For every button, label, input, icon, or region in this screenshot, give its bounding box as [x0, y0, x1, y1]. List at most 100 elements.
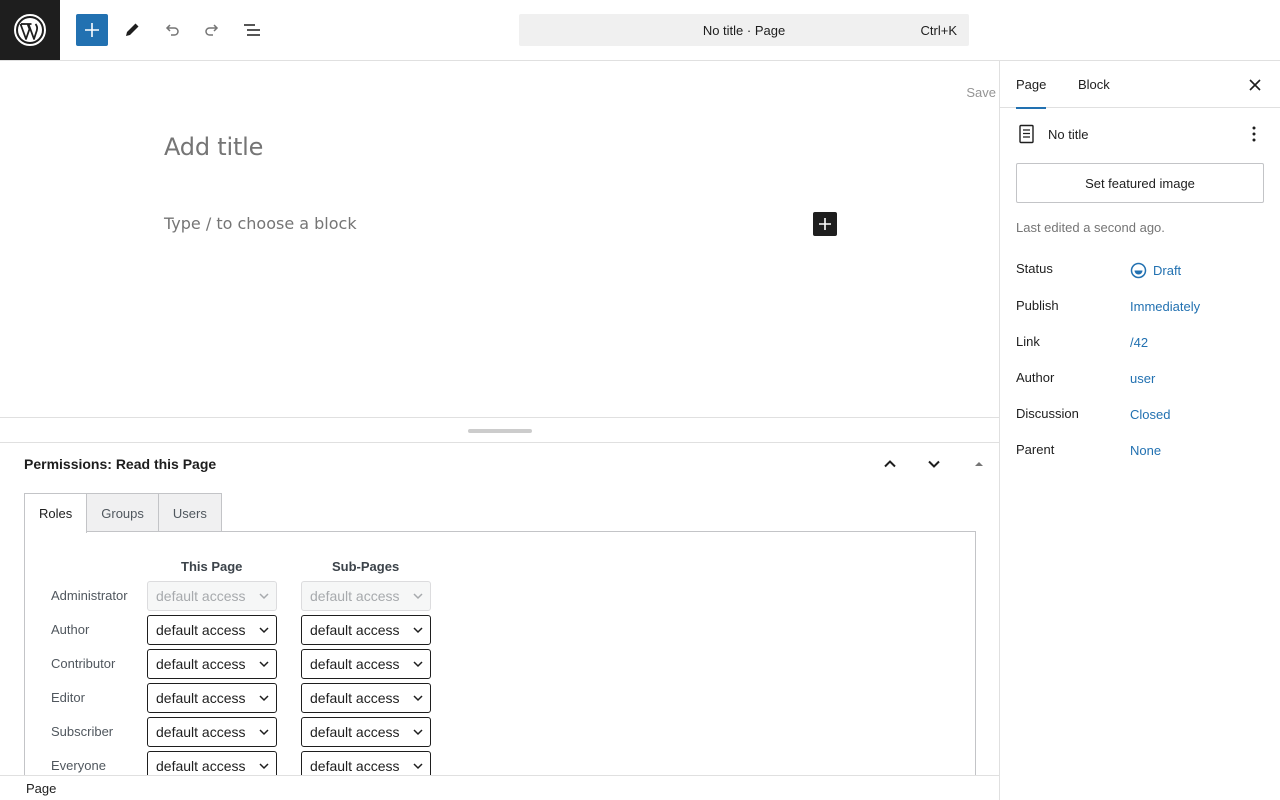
command-bar-text: No title · Page — [702, 22, 786, 38]
triangle-up-icon — [975, 462, 983, 466]
document-title: No title — [1048, 127, 1089, 142]
tab-block[interactable]: Block — [1078, 61, 1110, 108]
this-page-select[interactable]: default access — [147, 683, 277, 713]
property-label: Author — [1016, 370, 1055, 385]
select-value: default access — [156, 690, 246, 706]
chevron-down-icon — [259, 661, 269, 668]
title-input[interactable]: Add title — [164, 133, 263, 161]
property-author: Author user — [1016, 370, 1266, 390]
sub-pages-select[interactable]: default access — [301, 683, 431, 713]
sidebar-tabs: Page Block — [1000, 61, 1280, 109]
select-value: default access — [310, 656, 400, 672]
tools-button[interactable] — [116, 14, 148, 46]
more-vertical-icon — [1252, 126, 1256, 142]
chevron-down-icon — [413, 695, 423, 702]
chevron-down-icon — [259, 695, 269, 702]
tab-groups[interactable]: Groups — [86, 493, 159, 533]
set-featured-image-button[interactable]: Set featured image — [1016, 163, 1264, 203]
select-value: default access — [156, 622, 246, 638]
close-sidebar-button[interactable] — [1243, 73, 1267, 97]
block-breadcrumb-footer: Page — [0, 775, 999, 800]
role-label: Author — [51, 622, 90, 637]
this-page-select[interactable]: default access — [147, 615, 277, 645]
discussion-value-button[interactable]: Closed — [1130, 407, 1170, 422]
role-label: Contributor — [51, 656, 116, 671]
undo-icon — [165, 24, 179, 36]
select-value: default access — [156, 724, 246, 740]
select-value: default access — [310, 622, 400, 638]
page-icon — [1019, 124, 1034, 144]
select-value: default access — [310, 724, 400, 740]
settings-sidebar: Page Block No title Set featured image L… — [999, 61, 1280, 800]
sub-pages-select[interactable]: default access — [301, 717, 431, 747]
breadcrumb-page[interactable]: Page — [26, 781, 56, 796]
list-view-icon — [244, 24, 260, 36]
draft-status-icon — [1130, 262, 1147, 279]
redo-button[interactable] — [196, 14, 228, 46]
plus-icon — [85, 23, 99, 37]
tab-roles[interactable]: Roles — [24, 493, 88, 533]
select-value: default access — [310, 758, 400, 774]
select-value: default access — [310, 690, 400, 706]
parent-value-button[interactable]: None — [1130, 443, 1161, 458]
role-row-everyone: Everyone default access default access — [25, 751, 525, 775]
chevron-down-icon — [928, 460, 940, 468]
metabox-resize-area — [0, 417, 999, 443]
property-label: Parent — [1016, 442, 1055, 457]
chevron-down-icon — [259, 729, 269, 736]
move-up-button[interactable] — [878, 452, 902, 476]
status-value: Draft — [1153, 263, 1182, 278]
role-label: Editor — [51, 690, 85, 705]
role-row-editor: Editor default access default access — [25, 683, 525, 713]
property-parent: Parent None — [1016, 442, 1266, 462]
chevron-down-icon — [413, 729, 423, 736]
toggle-panel-button[interactable] — [967, 452, 991, 476]
command-palette-button[interactable]: No title · Page Ctrl+K — [519, 14, 969, 46]
role-row-administrator: Administrator default access default acc… — [25, 581, 525, 611]
permissions-metabox: Permissions: Read this Page Roles Groups… — [0, 443, 999, 775]
inline-add-block-button[interactable] — [813, 212, 837, 236]
default-block-placeholder[interactable]: Type / to choose a block — [164, 214, 357, 233]
property-discussion: Discussion Closed — [1016, 406, 1266, 426]
list-view-button[interactable] — [236, 14, 268, 46]
this-page-select[interactable]: default access — [147, 751, 277, 775]
role-label: Subscriber — [51, 724, 114, 739]
property-status: Status Draft — [1016, 261, 1266, 281]
undo-button[interactable] — [156, 14, 188, 46]
chevron-down-icon — [413, 661, 423, 668]
close-icon — [1249, 79, 1261, 91]
role-row-author: Author default access default access — [25, 615, 525, 645]
sub-pages-select[interactable]: default access — [301, 615, 431, 645]
col-header-sub-pages: Sub-Pages — [332, 559, 400, 574]
document-actions-button[interactable] — [1242, 122, 1266, 146]
wordpress-logo-icon[interactable] — [0, 0, 60, 60]
save-draft-button[interactable]: Save — [966, 85, 996, 100]
select-value: default access — [156, 588, 246, 604]
resize-handle[interactable] — [468, 429, 532, 433]
this-page-select[interactable]: default access — [147, 649, 277, 679]
chevron-up-icon — [884, 460, 896, 468]
select-value: default access — [156, 758, 246, 774]
sub-pages-select: default access — [301, 581, 431, 611]
command-shortcut: Ctrl+K — [920, 23, 957, 38]
status-value-button[interactable]: Draft — [1130, 262, 1181, 279]
chevron-down-icon — [413, 627, 423, 634]
select-value: default access — [310, 588, 400, 604]
role-label: Everyone — [51, 758, 106, 773]
link-value-button[interactable]: /42 — [1130, 335, 1148, 350]
editor-canvas: Save Add title Type / to choose a block — [0, 61, 999, 417]
role-row-subscriber: Subscriber default access default access — [25, 717, 525, 747]
sub-pages-select[interactable]: default access — [301, 751, 431, 775]
select-value: default access — [156, 656, 246, 672]
move-down-button[interactable] — [922, 452, 946, 476]
add-block-button[interactable] — [76, 14, 108, 46]
plus-icon — [819, 218, 831, 230]
sub-pages-select[interactable]: default access — [301, 649, 431, 679]
author-value-button[interactable]: user — [1130, 371, 1155, 386]
property-link: Link /42 — [1016, 334, 1266, 354]
this-page-select: default access — [147, 581, 277, 611]
publish-value-button[interactable]: Immediately — [1130, 299, 1200, 314]
tab-users[interactable]: Users — [157, 493, 222, 533]
tab-page[interactable]: Page — [1016, 61, 1047, 109]
this-page-select[interactable]: default access — [147, 717, 277, 747]
